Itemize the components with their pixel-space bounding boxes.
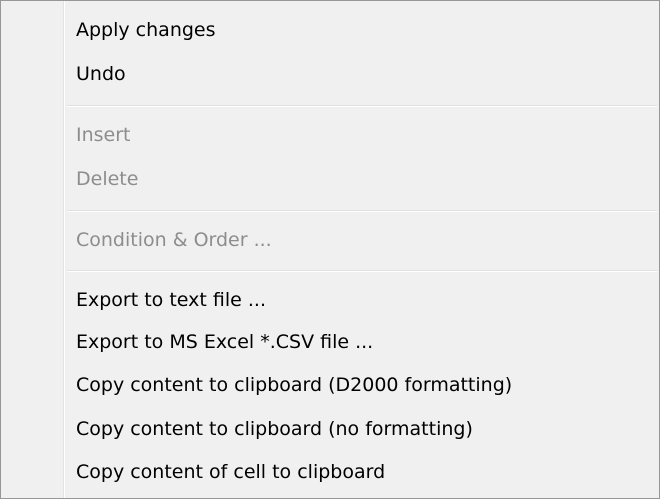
menu-separator — [67, 270, 657, 272]
gutter-divider — [63, 1, 65, 498]
menu-separator — [67, 210, 657, 212]
menu-item-copy-no-formatting[interactable]: Copy content to clipboard (no formatting… — [71, 409, 655, 449]
menu-separator — [67, 105, 657, 107]
menu-item-export-csv-file[interactable]: Export to MS Excel *.CSV file ... — [71, 322, 655, 362]
menu-item-copy-d2000-formatting[interactable]: Copy content to clipboard (D2000 formatt… — [71, 365, 655, 405]
menu-item-apply-changes[interactable]: Apply changes — [71, 10, 655, 50]
context-menu: Apply changes Undo Insert Delete Conditi… — [0, 0, 660, 499]
icon-gutter — [1, 1, 63, 498]
menu-item-delete[interactable]: Delete — [71, 159, 655, 199]
menu-item-copy-cell[interactable]: Copy content of cell to clipboard — [71, 452, 655, 492]
menu-item-export-text-file[interactable]: Export to text file ... — [71, 280, 655, 320]
menu-item-insert[interactable]: Insert — [71, 115, 655, 155]
menu-item-condition-order[interactable]: Condition & Order ... — [71, 220, 655, 260]
menu-item-undo[interactable]: Undo — [71, 54, 655, 94]
